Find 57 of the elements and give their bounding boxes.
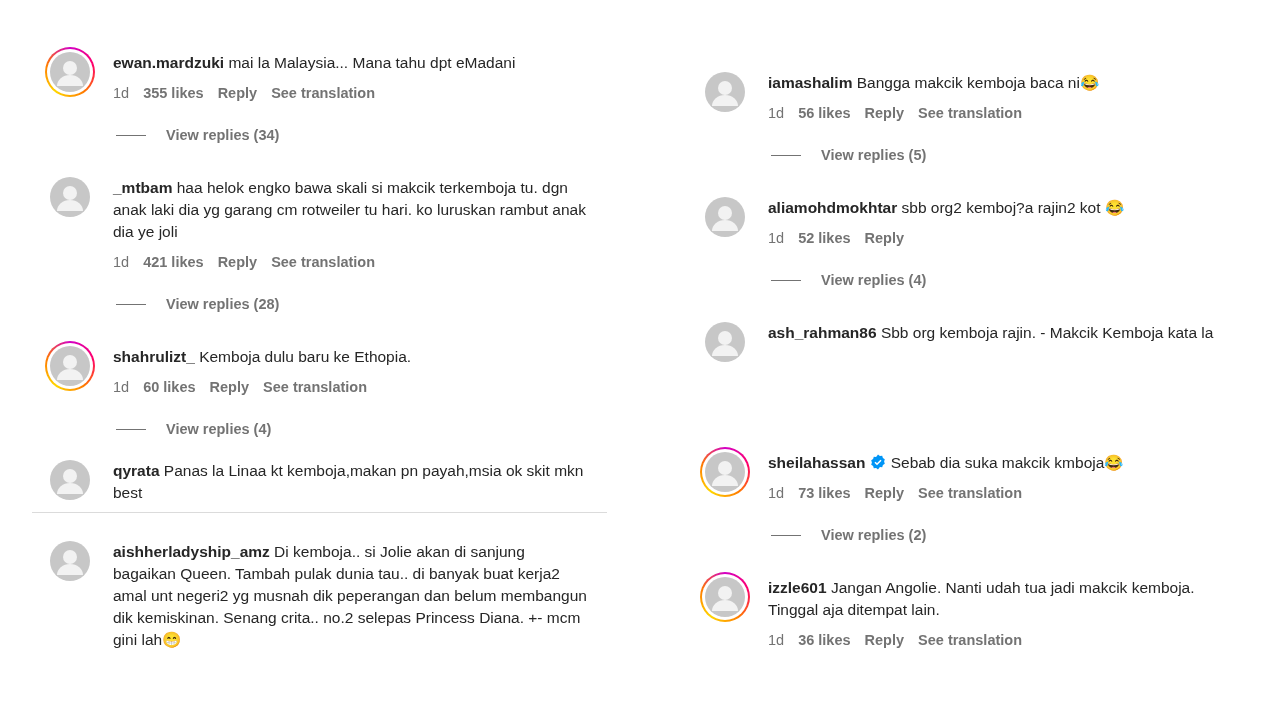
avatar[interactable] (705, 197, 745, 237)
comment-time: 1d (113, 84, 130, 102)
comment-text: _mtbam haa helok engko bawa skali si makcik terkemboja tu. dgn anak laki dia yg garang cm rotweiler tu hari. ko luruskan rambut anak dia ye joli (113, 178, 587, 242)
avatar-silhouette-icon (50, 52, 90, 92)
see-translation-link[interactable]: See translation (918, 631, 1022, 649)
comment-text: shahrulizt_ Kemboja dulu baru ke Ethopia. (113, 347, 413, 367)
avatar[interactable] (50, 460, 90, 500)
comment-time: 1d (768, 229, 785, 247)
avatar[interactable] (50, 177, 90, 217)
view-replies-link[interactable]: View replies (4) (821, 271, 927, 289)
comment-text: ash_rahman86 Sbb org kemboja rajin. - Makcik Kemboja kata la (768, 323, 1215, 343)
comment-time: 1d (113, 253, 130, 271)
comment-time: 1d (768, 631, 785, 649)
reply-link[interactable]: Reply (217, 253, 258, 271)
see-translation-link[interactable]: See translation (918, 484, 1022, 502)
view-replies-link[interactable]: View replies (4) (166, 420, 272, 438)
comment-time: 1d (113, 378, 130, 396)
comment-text: izzle601 Jangan Angolie. Nanti udah tua jadi makcik kemboja. Tinggal aja ditempat lain. (768, 578, 1196, 620)
avatar-silhouette-icon (705, 577, 745, 617)
reply-link[interactable]: Reply (864, 484, 905, 502)
likes-count[interactable]: 60 likes (143, 378, 196, 396)
comment-text: aishherladyship_amz Di kemboja.. si Jolie akan di sanjung bagaikan Queen. Tambah pulak dunia tau.. di banyak buat kerja2 amal unt negeri2 yg musnah dik peperangan dan belum membangun dik kemiskinan. Senang crita.. no.2 selepas Princess Diana. +- mcm gini lah😁 (113, 542, 588, 650)
view-replies-link[interactable]: View replies (34) (166, 126, 280, 144)
avatar[interactable] (705, 72, 745, 112)
reply-link[interactable]: Reply (217, 84, 258, 102)
comment-text: qyrata Panas la Linaa kt kemboja,makan pn payah,msia ok skit mkn best (113, 461, 585, 503)
avatar[interactable] (705, 322, 745, 362)
view-replies-link[interactable]: View replies (5) (821, 146, 927, 164)
avatar[interactable] (50, 541, 90, 581)
view-replies-link[interactable]: View replies (28) (166, 295, 280, 313)
see-translation-link[interactable]: See translation (271, 84, 376, 102)
reply-link[interactable]: Reply (864, 631, 905, 649)
likes-count[interactable]: 73 likes (798, 484, 851, 502)
avatar-silhouette-icon (705, 452, 745, 492)
comment-text: aliamohdmokhtar sbb org2 kemboj?a rajin2 kot 😂 (768, 198, 1125, 218)
avatar-silhouette-icon (50, 346, 90, 386)
likes-count[interactable]: 355 likes (143, 84, 204, 102)
avatar[interactable] (700, 447, 750, 497)
reply-link[interactable]: Reply (864, 229, 905, 247)
avatar[interactable] (700, 572, 750, 622)
comment-time: 1d (768, 484, 785, 502)
likes-count[interactable]: 56 likes (798, 104, 851, 122)
avatar[interactable] (45, 47, 95, 97)
see-translation-link[interactable]: See translation (271, 253, 376, 271)
avatar[interactable] (45, 341, 95, 391)
see-translation-link[interactable]: See translation (263, 378, 367, 396)
comment-text: iamashalim Bangga makcik kemboja baca ni😂 (768, 73, 1100, 93)
comment-text: sheilahassan Sebab dia suka makcik kmboja😂 (768, 453, 1125, 473)
likes-count[interactable]: 421 likes (143, 253, 204, 271)
likes-count[interactable]: 52 likes (798, 229, 851, 247)
comment-time: 1d (768, 104, 785, 122)
view-replies-link[interactable]: View replies (2) (821, 526, 927, 544)
likes-count[interactable]: 36 likes (798, 631, 851, 649)
comment-text: ewan.mardzuki mai la Malaysia... Mana tahu dpt eMadani (113, 53, 517, 73)
reply-link[interactable]: Reply (864, 104, 905, 122)
reply-link[interactable]: Reply (209, 378, 250, 396)
see-translation-link[interactable]: See translation (918, 104, 1022, 122)
